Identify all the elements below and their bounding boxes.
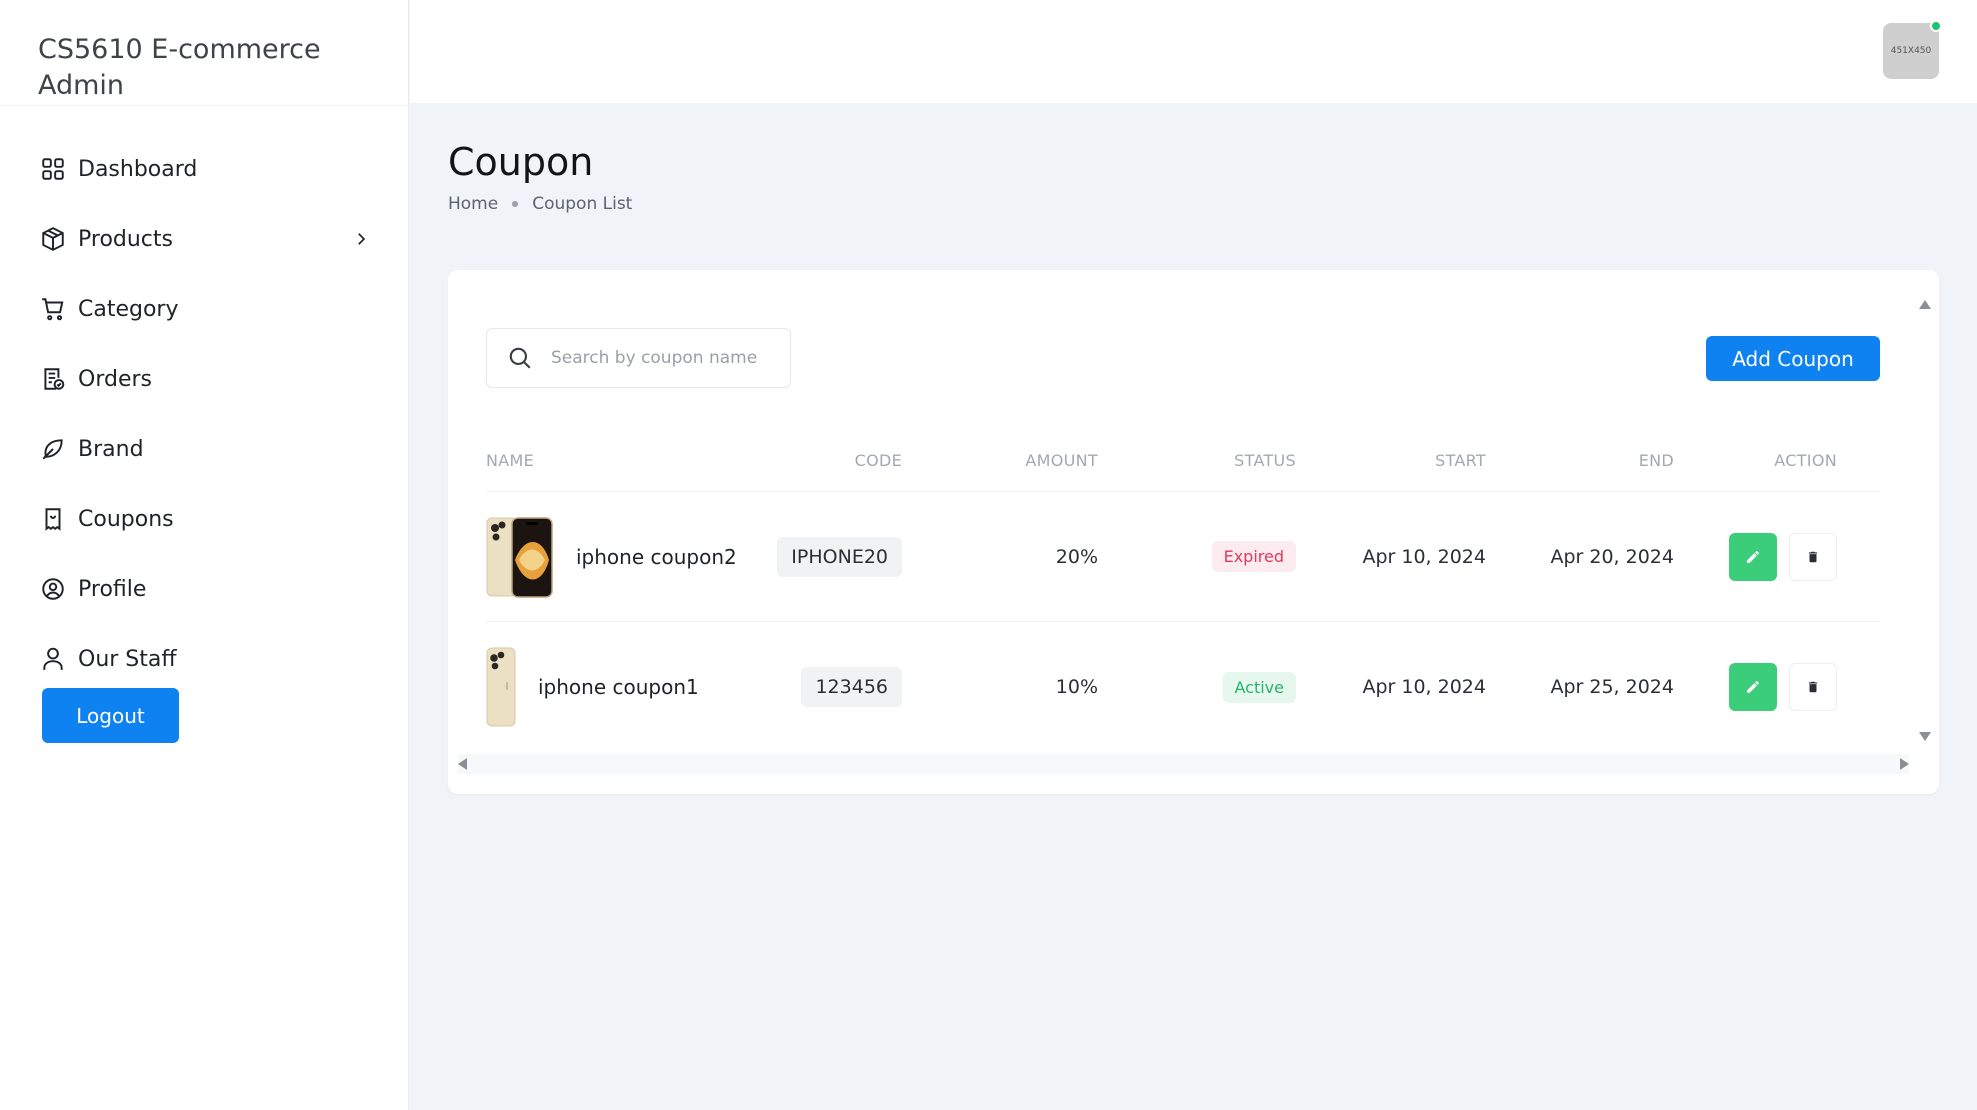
breadcrumb: Home Coupon List (448, 194, 632, 214)
leaf-icon (40, 436, 66, 462)
sidebar-item-orders[interactable]: Orders (0, 344, 408, 414)
sidebar-item-label: Dashboard (78, 156, 198, 182)
coupon-start-date: Apr 10, 2024 (1362, 545, 1486, 568)
sidebar-item-label: Our Staff (78, 646, 177, 672)
column-header-action: ACTION (1774, 451, 1837, 470)
coupon-start-date: Apr 10, 2024 (1362, 676, 1486, 698)
coupon-amount: 10% (1055, 676, 1098, 698)
coupon-name: iphone coupon1 (538, 675, 699, 699)
code-cell: IPHONE20 (746, 536, 902, 577)
name-cell: iphone coupon1 (486, 646, 746, 728)
column-header-name[interactable]: NAME (486, 451, 746, 470)
sidebar-item-dashboard[interactable]: Dashboard (0, 134, 408, 204)
code-cell: 123456 (746, 667, 902, 707)
top-bar: 451X450 (410, 0, 1977, 103)
online-status-dot (1930, 20, 1942, 32)
sidebar-item-profile[interactable]: Profile (0, 554, 408, 624)
sidebar-nav: Dashboard Products Category Orders Brand… (0, 106, 408, 694)
coupon-amount: 20% (1055, 545, 1098, 568)
column-header-code[interactable]: CODE (746, 451, 902, 470)
status-badge: Expired (1211, 541, 1296, 572)
page-title: Coupon (448, 140, 594, 184)
search-box[interactable] (486, 328, 791, 388)
sidebar-item-products[interactable]: Products (0, 204, 408, 274)
avatar-placeholder-text: 451X450 (1890, 46, 1932, 56)
coupon-end-date: Apr 25, 2024 (1550, 676, 1674, 698)
search-icon (509, 347, 531, 369)
sidebar-item-label: Products (78, 226, 173, 252)
table-row: iphone coupon1 123456 10% Active Apr 10,… (486, 622, 1880, 752)
app-title: CS5610 E-commerce Admin (0, 0, 408, 106)
product-thumbnail (486, 647, 516, 727)
coupon-end-date: Apr 20, 2024 (1550, 545, 1674, 568)
status-cell: Expired (1098, 541, 1296, 572)
scroll-right-arrow[interactable] (1900, 758, 1909, 770)
orders-icon (40, 366, 66, 392)
cart-icon (40, 296, 66, 322)
dashboard-grid-icon (40, 156, 66, 182)
sidebar-item-label: Coupons (78, 506, 174, 532)
table-header: NAME CODE AMOUNT STATUS START END ACTION (486, 430, 1880, 492)
delete-button[interactable] (1789, 532, 1837, 581)
add-coupon-button[interactable]: Add Coupon (1706, 336, 1880, 381)
column-header-end[interactable]: END (1486, 451, 1674, 470)
column-header-amount[interactable]: AMOUNT (902, 451, 1098, 470)
edit-button[interactable] (1729, 532, 1777, 581)
product-thumbnail (486, 516, 553, 598)
profile-circle-icon (40, 576, 66, 602)
column-header-start[interactable]: START (1296, 451, 1486, 470)
coupon-table: NAME CODE AMOUNT STATUS START END ACTION… (486, 430, 1880, 752)
delete-button[interactable] (1789, 663, 1837, 711)
sidebar-item-label: Profile (78, 576, 147, 602)
action-cell (1674, 663, 1837, 711)
coupon-code: IPHONE20 (777, 536, 902, 577)
box-icon (40, 226, 66, 252)
user-icon (40, 646, 66, 672)
sidebar: CS5610 E-commerce Admin Dashboard Produc… (0, 0, 409, 1110)
sidebar-item-our-staff[interactable]: Our Staff (0, 624, 408, 694)
edit-button[interactable] (1729, 663, 1777, 711)
sidebar-item-coupons[interactable]: Coupons (0, 484, 408, 554)
scroll-down-arrow[interactable] (1919, 732, 1931, 741)
breadcrumb-current: Coupon List (532, 194, 633, 214)
coupon-icon (40, 506, 66, 532)
sidebar-item-brand[interactable]: Brand (0, 414, 408, 484)
horizontal-scrollbar[interactable] (458, 754, 1909, 774)
sidebar-item-label: Orders (78, 366, 152, 392)
logout-button[interactable]: Logout (42, 688, 179, 743)
name-cell: iphone coupon2 (486, 516, 746, 598)
breadcrumb-separator (512, 201, 519, 207)
breadcrumb-home[interactable]: Home (448, 194, 498, 214)
scroll-up-arrow[interactable] (1919, 300, 1931, 309)
column-header-status[interactable]: STATUS (1098, 451, 1296, 470)
sidebar-item-label: Category (78, 296, 179, 322)
avatar[interactable]: 451X450 (1883, 20, 1942, 79)
coupon-name: iphone coupon2 (576, 544, 737, 569)
trash-icon (1808, 551, 1818, 562)
trash-icon (1808, 681, 1818, 693)
action-cell (1674, 532, 1837, 581)
search-input[interactable] (551, 348, 761, 368)
pencil-icon (1747, 550, 1759, 563)
coupon-code: 123456 (801, 667, 902, 707)
scroll-left-arrow[interactable] (458, 758, 467, 770)
status-badge: Active (1222, 671, 1296, 703)
sidebar-item-category[interactable]: Category (0, 274, 408, 344)
status-cell: Active (1098, 671, 1296, 703)
chevron-right-icon (358, 233, 366, 245)
sidebar-item-label: Brand (78, 436, 144, 462)
pencil-icon (1747, 681, 1759, 693)
coupon-list-card: Add Coupon NAME CODE AMOUNT STATUS START… (448, 270, 1939, 794)
table-row: iphone coupon2 IPHONE20 20% Expired Apr … (486, 492, 1880, 622)
